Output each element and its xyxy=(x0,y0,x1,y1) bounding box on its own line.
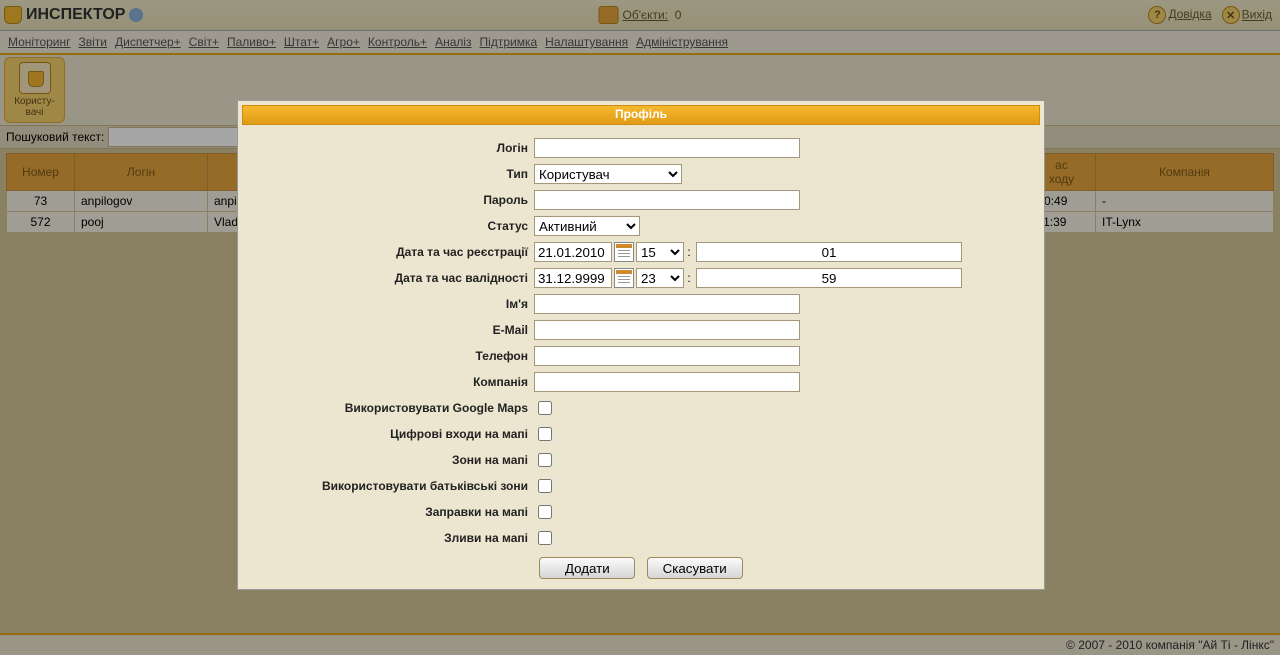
reg-min-input[interactable] xyxy=(696,242,962,262)
email-input[interactable] xyxy=(534,320,800,340)
label-drains: Зливи на мапі xyxy=(268,531,534,545)
label-validity: Дата та час валідності xyxy=(268,271,534,285)
calendar-icon[interactable] xyxy=(614,268,634,288)
label-login: Логін xyxy=(268,141,534,155)
status-select[interactable]: Активний xyxy=(534,216,640,236)
label-zones: Зони на мапі xyxy=(268,453,534,467)
password-input[interactable] xyxy=(534,190,800,210)
valid-hour-select[interactable]: 23 xyxy=(636,268,684,288)
phone-input[interactable] xyxy=(534,346,800,366)
valid-date-input[interactable] xyxy=(534,268,612,288)
label-type: Тип xyxy=(268,167,534,181)
label-status: Статус xyxy=(268,219,534,233)
dialog-title: Профіль xyxy=(242,105,1040,125)
label-name: Ім'я xyxy=(268,297,534,311)
login-input[interactable] xyxy=(534,138,800,158)
zones-checkbox[interactable] xyxy=(538,453,552,467)
label-digital-inputs: Цифрові входи на мапі xyxy=(268,427,534,441)
label-gmaps: Використовувати Google Maps xyxy=(268,401,534,415)
company-input[interactable] xyxy=(534,372,800,392)
fuelings-checkbox[interactable] xyxy=(538,505,552,519)
label-registration: Дата та час реєстрації xyxy=(268,245,534,259)
label-fuelings: Заправки на мапі xyxy=(268,505,534,519)
type-select[interactable]: Користувач xyxy=(534,164,682,184)
reg-date-input[interactable] xyxy=(534,242,612,262)
valid-min-input[interactable] xyxy=(696,268,962,288)
label-company: Компанія xyxy=(268,375,534,389)
name-input[interactable] xyxy=(534,294,800,314)
calendar-icon[interactable] xyxy=(614,242,634,262)
profile-dialog: Профіль Логін Тип Користувач Пароль Стат… xyxy=(237,100,1045,590)
add-button[interactable]: Додати xyxy=(539,557,635,579)
label-password: Пароль xyxy=(268,193,534,207)
parent-zones-checkbox[interactable] xyxy=(538,479,552,493)
label-parent-zones: Використовувати батьківські зони xyxy=(268,479,534,493)
digital-inputs-checkbox[interactable] xyxy=(538,427,552,441)
cancel-button[interactable]: Скасувати xyxy=(647,557,743,579)
reg-hour-select[interactable]: 15 xyxy=(636,242,684,262)
label-email: E-Mail xyxy=(268,323,534,337)
drains-checkbox[interactable] xyxy=(538,531,552,545)
gmaps-checkbox[interactable] xyxy=(538,401,552,415)
label-phone: Телефон xyxy=(268,349,534,363)
